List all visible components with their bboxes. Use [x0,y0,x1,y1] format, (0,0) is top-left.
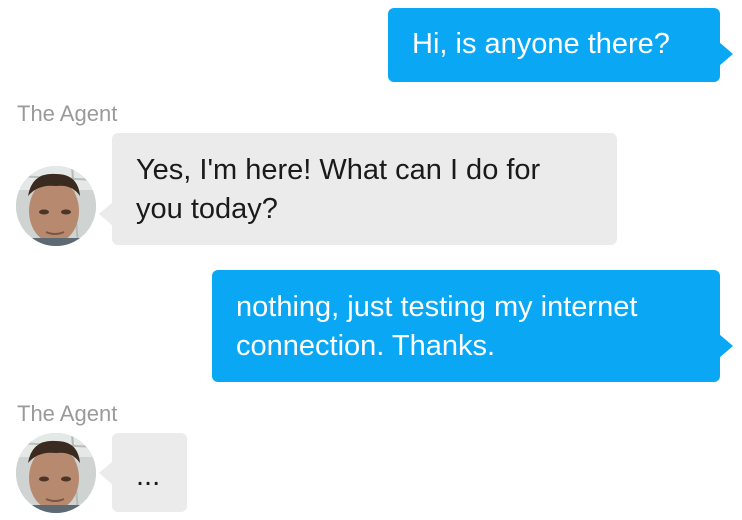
outgoing-message-bubble: Hi, is anyone there? [388,8,733,82]
outgoing-message-bubble: nothing, just testing my internet connec… [212,270,733,382]
bubble-tail [719,334,733,358]
outgoing-message-text: nothing, just testing my internet connec… [236,291,638,362]
agent-avatar [16,433,96,513]
sender-name: The Agent [17,401,118,426]
bubble-tail [99,202,113,226]
sender-name: The Agent [17,101,118,126]
incoming-message-bubble: Yes, I'm here! What can I do for you tod… [99,133,617,245]
agent-avatar-photo [16,166,96,246]
bubble-tail [719,42,733,66]
incoming-message-text: Yes, I'm here! What can I do for you tod… [136,154,541,225]
agent-avatar [16,166,96,246]
outgoing-message-text: Hi, is anyone there? [412,28,670,60]
agent-avatar-photo [16,433,96,513]
typing-indicator-text: ... [136,460,161,492]
chat-thread: Hi, is anyone there? The Agent Yes, I'm … [0,0,742,520]
bubble-tail [99,461,113,485]
typing-indicator-bubble: ... [99,433,187,512]
